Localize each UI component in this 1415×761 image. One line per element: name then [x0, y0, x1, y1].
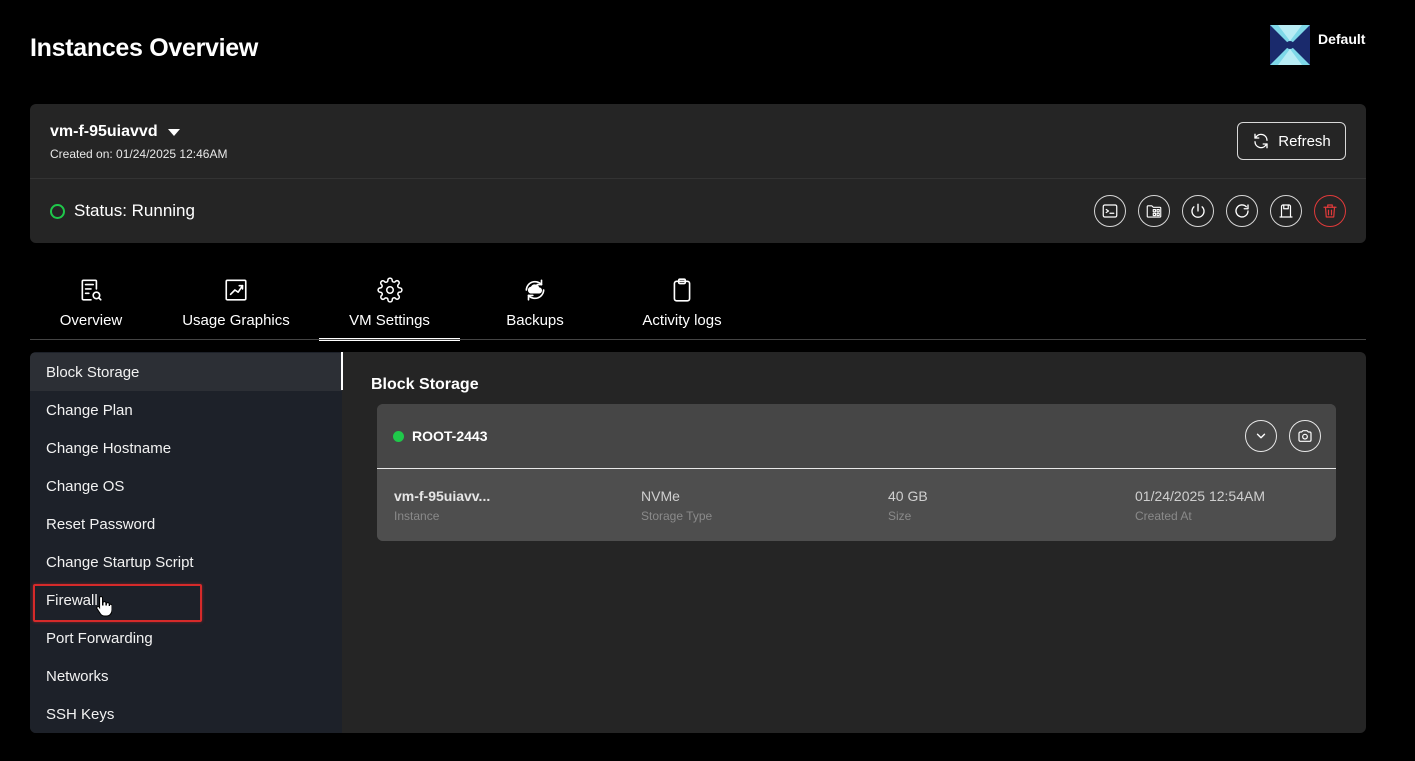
detail-label: Created At [1135, 509, 1192, 523]
detail-storage-type: NVMe Storage Type [641, 488, 712, 523]
menu-item-change-os[interactable]: Change OS [30, 467, 342, 505]
chart-line-icon [225, 279, 247, 301]
refresh-label: Refresh [1278, 132, 1331, 150]
tabs-divider [30, 339, 1366, 340]
chevron-down-icon [167, 128, 180, 136]
detail-created-at: 01/24/2025 12:54AM Created At [1135, 488, 1265, 523]
storage-volume-card: ROOT-2443 vm-f-95uiavv... Instance NVMe … [377, 404, 1336, 541]
save-icon [1279, 204, 1293, 218]
console-icon [1102, 204, 1118, 218]
camera-icon [1298, 430, 1312, 442]
hand-pointer-icon [96, 595, 112, 617]
settings-menu: Block Storage Change Plan Change Hostnam… [30, 352, 343, 733]
snapshot-button[interactable] [1289, 420, 1321, 452]
divider [30, 178, 1366, 179]
chevron-down-icon [1256, 433, 1266, 439]
vm-settings-panel: Block Storage Change Plan Change Hostnam… [30, 352, 1366, 733]
restart-button[interactable] [1226, 195, 1258, 227]
menu-item-networks[interactable]: Networks [30, 657, 342, 695]
clipboard-icon [673, 278, 691, 302]
instance-card: vm-f-95uiavvd Created on: 01/24/2025 12:… [30, 104, 1366, 243]
refresh-icon [1254, 133, 1268, 149]
menu-item-reset-password[interactable]: Reset Password [30, 505, 342, 543]
detail-label: Storage Type [641, 509, 713, 523]
detail-size: 40 GB Size [888, 488, 928, 523]
refresh-button[interactable]: Refresh [1237, 122, 1346, 160]
menu-item-change-startup-script[interactable]: Change Startup Script [30, 543, 342, 581]
volume-name: ROOT-2443 [412, 428, 488, 444]
delete-icon [1323, 204, 1337, 218]
restart-icon [1235, 204, 1249, 218]
active-indicator [341, 352, 343, 390]
tab-bar: Overview Usage Graphics VM Settings Back… [30, 276, 1366, 341]
tab-usage-graphics[interactable]: Usage Graphics [182, 276, 290, 340]
menu-item-ssh-keys[interactable]: SSH Keys [30, 695, 342, 733]
detail-value: vm-f-95uiavv... [394, 488, 491, 504]
menu-item-change-plan[interactable]: Change Plan [30, 391, 342, 429]
tab-label: Overview [59, 312, 123, 329]
storage-volume-header: ROOT-2443 [377, 404, 1336, 468]
detail-value: 01/24/2025 12:54AM [1135, 488, 1265, 504]
menu-item-block-storage[interactable]: Block Storage [30, 353, 342, 391]
instance-created-on: Created on: 01/24/2025 12:46AM [50, 147, 228, 161]
expand-button[interactable] [1245, 420, 1277, 452]
org-switcher[interactable]: Default [1270, 25, 1365, 65]
tab-overview[interactable]: Overview [58, 276, 124, 340]
instance-actions [1094, 195, 1346, 227]
org-name: Default [1318, 31, 1366, 47]
tab-vm-settings[interactable]: VM Settings [319, 276, 460, 341]
storage-volume-details: vm-f-95uiavv... Instance NVMe Storage Ty… [377, 469, 1336, 541]
detail-value: 40 GB [888, 488, 928, 504]
tab-label: VM Settings [349, 312, 430, 329]
menu-item-firewall[interactable]: Firewall [30, 581, 342, 619]
menu-item-change-hostname[interactable]: Change Hostname [30, 429, 342, 467]
power-icon [1191, 203, 1205, 218]
delete-button[interactable] [1314, 195, 1346, 227]
status-dot-icon [50, 203, 65, 219]
detail-instance: vm-f-95uiavv... Instance [394, 488, 490, 523]
tab-backups[interactable]: Backups [506, 276, 564, 340]
console-button[interactable] [1094, 195, 1126, 227]
status-text: Status: Running [74, 201, 195, 220]
document-search-icon [81, 279, 102, 301]
status-indicator: Status: Running [50, 201, 195, 221]
gear-icon [376, 277, 403, 303]
tab-activity-logs[interactable]: Activity logs [642, 276, 722, 340]
save-button[interactable] [1270, 195, 1302, 227]
detail-label: Size [888, 509, 912, 523]
tab-label: Activity logs [642, 312, 722, 329]
status-dot-icon [393, 430, 404, 442]
detail-label: Instance [394, 509, 440, 523]
detail-value: NVMe [641, 488, 680, 504]
apps-folder-icon [1146, 205, 1162, 218]
instance-name: vm-f-95uiavvd [50, 123, 158, 140]
apps-folder-button[interactable] [1138, 195, 1170, 227]
menu-item-port-forwarding[interactable]: Port Forwarding [30, 619, 342, 657]
instance-selector[interactable]: vm-f-95uiavvd [50, 123, 180, 141]
page-title: Instances Overview [30, 34, 259, 62]
cloud-backup-icon [525, 279, 545, 301]
tab-label: Usage Graphics [182, 312, 290, 329]
org-logo-icon [1270, 25, 1310, 65]
block-storage-title: Block Storage [371, 376, 479, 393]
tab-label: Backups [506, 312, 564, 329]
power-button[interactable] [1182, 195, 1214, 227]
